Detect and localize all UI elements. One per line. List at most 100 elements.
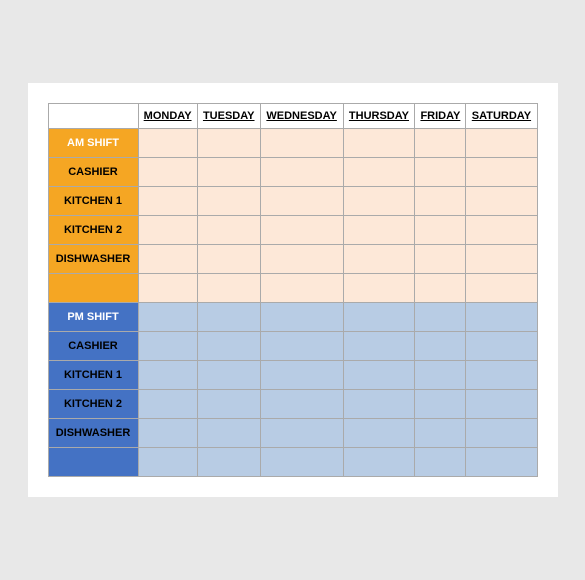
am-cashier-row: CASHIER bbox=[48, 158, 537, 187]
pm-dishwasher-label: DISHWASHER bbox=[48, 419, 138, 448]
pm-extra-thursday bbox=[343, 448, 415, 477]
am-dishwasher-saturday bbox=[466, 245, 537, 274]
am-kitchen2-friday bbox=[415, 216, 466, 245]
pm-dishwasher-row: DISHWASHER bbox=[48, 419, 537, 448]
header-tuesday: TUESDAY bbox=[197, 104, 260, 129]
pm-cashier-saturday bbox=[466, 332, 537, 361]
pm-dishwasher-friday bbox=[415, 419, 466, 448]
am-extra-thursday bbox=[343, 274, 415, 303]
pm-dishwasher-wednesday bbox=[260, 419, 343, 448]
pm-cashier-row: CASHIER bbox=[48, 332, 537, 361]
pm-shift-tuesday bbox=[197, 303, 260, 332]
pm-extra-tuesday bbox=[197, 448, 260, 477]
pm-extra-wednesday bbox=[260, 448, 343, 477]
am-extra-label bbox=[48, 274, 138, 303]
am-kitchen2-saturday bbox=[466, 216, 537, 245]
pm-extra-friday bbox=[415, 448, 466, 477]
pm-kitchen1-friday bbox=[415, 361, 466, 390]
am-cashier-wednesday bbox=[260, 158, 343, 187]
am-shift-thursday bbox=[343, 129, 415, 158]
am-dishwasher-row: DISHWASHER bbox=[48, 245, 537, 274]
am-kitchen2-label: KITCHEN 2 bbox=[48, 216, 138, 245]
pm-shift-wednesday bbox=[260, 303, 343, 332]
am-kitchen2-wednesday bbox=[260, 216, 343, 245]
pm-kitchen1-tuesday bbox=[197, 361, 260, 390]
am-shift-monday bbox=[138, 129, 197, 158]
am-kitchen2-row: KITCHEN 2 bbox=[48, 216, 537, 245]
pm-kitchen1-wednesday bbox=[260, 361, 343, 390]
am-shift-row: AM SHIFT bbox=[48, 129, 537, 158]
pm-kitchen2-friday bbox=[415, 390, 466, 419]
am-extra-row bbox=[48, 274, 537, 303]
schedule-table: MONDAY TUESDAY WEDNESDAY THURSDAY FRIDAY… bbox=[48, 103, 538, 477]
header-empty bbox=[48, 104, 138, 129]
header-saturday: SATURDAY bbox=[466, 104, 537, 129]
pm-shift-friday bbox=[415, 303, 466, 332]
pm-extra-row bbox=[48, 448, 537, 477]
pm-dishwasher-thursday bbox=[343, 419, 415, 448]
am-extra-friday bbox=[415, 274, 466, 303]
am-cashier-thursday bbox=[343, 158, 415, 187]
am-shift-friday bbox=[415, 129, 466, 158]
am-cashier-label: CASHIER bbox=[48, 158, 138, 187]
am-cashier-tuesday bbox=[197, 158, 260, 187]
am-cashier-saturday bbox=[466, 158, 537, 187]
header-thursday: THURSDAY bbox=[343, 104, 415, 129]
schedule-page: MONDAY TUESDAY WEDNESDAY THURSDAY FRIDAY… bbox=[28, 83, 558, 497]
am-dishwasher-tuesday bbox=[197, 245, 260, 274]
am-cashier-monday bbox=[138, 158, 197, 187]
am-kitchen1-saturday bbox=[466, 187, 537, 216]
am-shift-wednesday bbox=[260, 129, 343, 158]
pm-kitchen1-saturday bbox=[466, 361, 537, 390]
am-kitchen1-label: KITCHEN 1 bbox=[48, 187, 138, 216]
am-kitchen2-thursday bbox=[343, 216, 415, 245]
pm-cashier-wednesday bbox=[260, 332, 343, 361]
pm-dishwasher-saturday bbox=[466, 419, 537, 448]
pm-shift-label: PM SHIFT bbox=[48, 303, 138, 332]
pm-cashier-friday bbox=[415, 332, 466, 361]
pm-kitchen2-saturday bbox=[466, 390, 537, 419]
am-kitchen2-tuesday bbox=[197, 216, 260, 245]
am-extra-monday bbox=[138, 274, 197, 303]
pm-cashier-tuesday bbox=[197, 332, 260, 361]
pm-kitchen2-label: KITCHEN 2 bbox=[48, 390, 138, 419]
am-kitchen1-thursday bbox=[343, 187, 415, 216]
am-kitchen2-monday bbox=[138, 216, 197, 245]
am-dishwasher-thursday bbox=[343, 245, 415, 274]
am-kitchen1-friday bbox=[415, 187, 466, 216]
pm-kitchen2-monday bbox=[138, 390, 197, 419]
pm-shift-row: PM SHIFT bbox=[48, 303, 537, 332]
header-monday: MONDAY bbox=[138, 104, 197, 129]
pm-kitchen1-monday bbox=[138, 361, 197, 390]
am-dishwasher-friday bbox=[415, 245, 466, 274]
pm-cashier-thursday bbox=[343, 332, 415, 361]
pm-cashier-monday bbox=[138, 332, 197, 361]
pm-extra-monday bbox=[138, 448, 197, 477]
am-dishwasher-label: DISHWASHER bbox=[48, 245, 138, 274]
am-kitchen1-monday bbox=[138, 187, 197, 216]
pm-kitchen2-row: KITCHEN 2 bbox=[48, 390, 537, 419]
pm-kitchen2-wednesday bbox=[260, 390, 343, 419]
am-extra-saturday bbox=[466, 274, 537, 303]
pm-cashier-label: CASHIER bbox=[48, 332, 138, 361]
am-extra-wednesday bbox=[260, 274, 343, 303]
am-shift-label: AM SHIFT bbox=[48, 129, 138, 158]
am-extra-tuesday bbox=[197, 274, 260, 303]
am-shift-tuesday bbox=[197, 129, 260, 158]
am-kitchen1-wednesday bbox=[260, 187, 343, 216]
pm-kitchen2-thursday bbox=[343, 390, 415, 419]
header-wednesday: WEDNESDAY bbox=[260, 104, 343, 129]
pm-shift-saturday bbox=[466, 303, 537, 332]
pm-extra-label bbox=[48, 448, 138, 477]
am-dishwasher-wednesday bbox=[260, 245, 343, 274]
header-friday: FRIDAY bbox=[415, 104, 466, 129]
am-cashier-friday bbox=[415, 158, 466, 187]
pm-kitchen1-label: KITCHEN 1 bbox=[48, 361, 138, 390]
pm-dishwasher-monday bbox=[138, 419, 197, 448]
pm-kitchen1-thursday bbox=[343, 361, 415, 390]
pm-extra-saturday bbox=[466, 448, 537, 477]
am-dishwasher-monday bbox=[138, 245, 197, 274]
pm-dishwasher-tuesday bbox=[197, 419, 260, 448]
pm-shift-monday bbox=[138, 303, 197, 332]
pm-shift-thursday bbox=[343, 303, 415, 332]
